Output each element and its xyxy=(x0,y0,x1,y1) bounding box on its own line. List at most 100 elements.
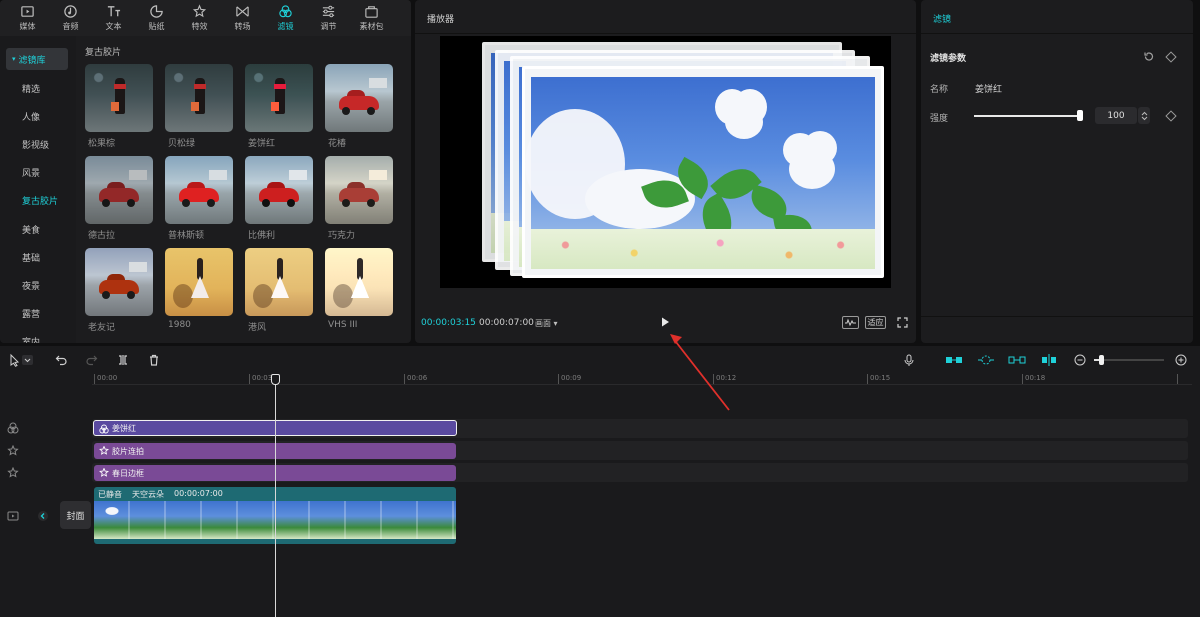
ruler-label: 00:12 xyxy=(716,374,737,382)
filter-thumb-vhs3[interactable] xyxy=(325,248,393,316)
preview-canvas[interactable] xyxy=(440,36,891,288)
filter-thumb-beisonglv[interactable] xyxy=(165,64,233,132)
undo-button[interactable] xyxy=(53,352,69,368)
filter-thumb-beverly[interactable] xyxy=(245,156,313,224)
nav-item-indoor[interactable]: 室内 xyxy=(6,330,68,344)
reset-icon[interactable] xyxy=(1143,51,1154,62)
filter-label: 港风 xyxy=(248,323,267,333)
player-panel: 播放器 00:00:03:15 00:00:07:00 画面 ▾ 适应 xyxy=(415,0,916,343)
nav-item-featured[interactable]: 精选 xyxy=(6,77,68,99)
select-tool[interactable] xyxy=(6,352,36,368)
app-root: 媒体 音频 文本 贴纸 特效 转场 滤镜 调节 素材包 ▾ 滤镜库 精选 人像 … xyxy=(0,0,1200,617)
filter-category-nav: ▾ 滤镜库 精选 人像 影视级 风景 复古胶片 美食 基础 夜景 露营 室内 xyxy=(0,36,76,343)
tab-label: 调节 xyxy=(320,22,337,31)
zoom-in-icon xyxy=(1175,354,1187,366)
keyframe-diamond-icon[interactable] xyxy=(1165,110,1177,122)
ruler-label: 00:00 xyxy=(97,374,118,382)
nav-item-retro-film[interactable]: 复古胶片 xyxy=(6,189,68,211)
playhead-line[interactable] xyxy=(275,382,276,617)
filter-thumb-gangfeng[interactable] xyxy=(245,248,313,316)
nav-item-landscape[interactable]: 风景 xyxy=(6,161,68,183)
tab-transition[interactable]: 转场 xyxy=(221,0,264,36)
main-track-magnet-button[interactable] xyxy=(944,352,964,368)
effect-track-icon xyxy=(7,445,19,456)
filter-label: 比佛利 xyxy=(248,231,276,241)
current-time: 00:00:03:15 xyxy=(421,318,476,328)
filter-thumb-1980[interactable] xyxy=(165,248,233,316)
ruler-baseline xyxy=(92,384,1192,385)
keyframe-diamond-icon[interactable] xyxy=(1165,51,1177,63)
filter-thumb-songguozong[interactable] xyxy=(85,64,153,132)
effects-icon xyxy=(192,4,207,18)
player-title: 播放器 xyxy=(427,15,455,25)
record-button[interactable] xyxy=(901,352,917,368)
name-label: 名称 xyxy=(930,85,949,95)
strength-slider-track[interactable] xyxy=(974,115,1081,117)
tab-audio[interactable]: 音频 xyxy=(49,0,92,36)
tab-effects[interactable]: 特效 xyxy=(178,0,221,36)
media-icon xyxy=(21,6,34,17)
tab-adjust[interactable]: 调节 xyxy=(307,0,350,36)
waveform-button[interactable] xyxy=(842,316,859,329)
zoom-in-button[interactable] xyxy=(1173,352,1189,368)
collapse-track-icon[interactable] xyxy=(37,510,49,522)
zoom-slider-knob[interactable] xyxy=(1099,355,1104,365)
text-icon xyxy=(107,6,121,17)
nav-item-food[interactable]: 美食 xyxy=(6,218,68,240)
video-track-icon xyxy=(7,511,19,521)
preview-axis-button[interactable] xyxy=(1039,352,1059,368)
redo-button[interactable] xyxy=(84,352,100,368)
split-button[interactable] xyxy=(115,352,131,368)
ruler-tick xyxy=(713,374,714,384)
zoom-out-button[interactable] xyxy=(1072,352,1088,368)
filter-thumb-princeton[interactable] xyxy=(165,156,233,224)
filter-label: 松果棕 xyxy=(88,139,116,149)
tab-media[interactable]: 媒体 xyxy=(6,0,49,36)
tab-label: 文本 xyxy=(105,22,122,31)
cursor-icon xyxy=(10,353,33,367)
ruler-label: 00:03 xyxy=(252,374,273,382)
filter-thumb-jiangbinghong[interactable] xyxy=(245,64,313,132)
nav-item-basic[interactable]: 基础 xyxy=(6,246,68,268)
nav-item-cinematic[interactable]: 影视级 xyxy=(6,133,68,155)
zoom-slider-track[interactable] xyxy=(1094,359,1164,361)
tab-label: 音频 xyxy=(62,22,79,31)
filter-thumb-huachun[interactable] xyxy=(325,64,393,132)
tab-filter[interactable]: 滤镜 xyxy=(264,0,307,36)
ruler-label: 00:15 xyxy=(870,374,891,382)
ratio-label: 画面 xyxy=(535,319,551,328)
strength-input[interactable]: 100 xyxy=(1095,107,1137,124)
fullscreen-icon[interactable] xyxy=(897,317,908,328)
tab-asset-pack[interactable]: 素材包 xyxy=(350,0,393,36)
adapt-button[interactable]: 适应 xyxy=(865,316,886,329)
nav-item-camping[interactable]: 露营 xyxy=(6,302,68,324)
divider xyxy=(415,33,916,34)
filter-library-toggle[interactable]: ▾ 滤镜库 xyxy=(6,48,68,70)
ratio-dropdown[interactable]: 画面 ▾ xyxy=(535,318,558,329)
cover-button[interactable]: 封面 xyxy=(60,501,91,529)
playhead-handle[interactable] xyxy=(271,374,280,385)
nav-item-night[interactable]: 夜景 xyxy=(6,274,68,296)
tab-label: 转场 xyxy=(234,22,251,31)
chevron-down-icon xyxy=(1141,116,1147,120)
mute-badge: 已静音 xyxy=(98,490,122,499)
filter-label: VHS III xyxy=(328,320,358,330)
ruler-tick xyxy=(1022,374,1023,384)
filter-label: 普林斯顿 xyxy=(168,231,205,241)
nav-item-portrait[interactable]: 人像 xyxy=(6,105,68,127)
tab-text[interactable]: 文本 xyxy=(92,0,135,36)
play-button[interactable] xyxy=(659,316,671,328)
strength-stepper[interactable] xyxy=(1138,107,1150,124)
filter-thumb-dracula[interactable] xyxy=(85,156,153,224)
filter-thumb-friends[interactable] xyxy=(85,248,153,316)
filter-params-heading: 滤镜参数 xyxy=(930,54,967,64)
filter-thumb-chocolate[interactable] xyxy=(325,156,393,224)
ruler-label: 00:09 xyxy=(561,374,582,382)
zoom-out-icon xyxy=(1074,354,1086,366)
delete-button[interactable] xyxy=(146,352,162,368)
linkage-button[interactable] xyxy=(1007,352,1027,368)
strength-slider-knob[interactable] xyxy=(1077,110,1083,121)
auto-snap-button[interactable] xyxy=(976,352,996,368)
tab-label: 特效 xyxy=(191,22,208,31)
tab-sticker[interactable]: 贴纸 xyxy=(135,0,178,36)
